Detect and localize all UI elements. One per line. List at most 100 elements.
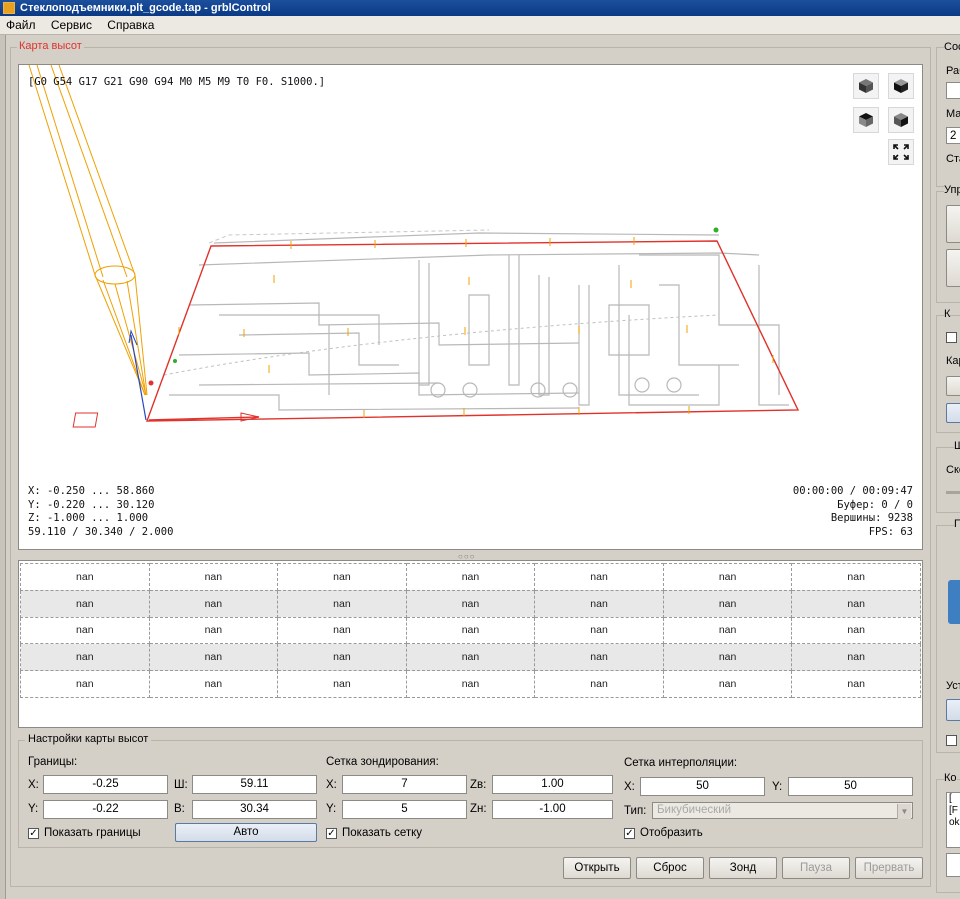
right-settings-checkbox[interactable] [946, 735, 957, 746]
bounds-h-input[interactable]: 30.34 [192, 800, 317, 819]
interp-y-input[interactable]: 50 [788, 777, 913, 796]
table-cell[interactable]: nan [534, 670, 664, 698]
cube-top-icon[interactable] [853, 107, 879, 133]
right-jog-left-button[interactable] [948, 580, 960, 624]
right-settings-button[interactable] [946, 699, 960, 721]
fit-view-icon[interactable] [888, 139, 914, 165]
table-cell[interactable]: nan [791, 670, 921, 698]
show-grid-label: Показать сетку [342, 827, 423, 839]
interp-type-label: Тип: [624, 805, 647, 817]
open-button[interactable]: Открыть [563, 857, 631, 879]
menu-file[interactable]: Файл [0, 16, 42, 35]
left-panel-edge [0, 35, 6, 899]
right-console-output[interactable]: [ [F ok [946, 792, 960, 848]
right-machine-field[interactable]: 2 [946, 127, 960, 144]
right-jog-title: П [954, 518, 960, 530]
right-up-button[interactable] [946, 249, 960, 287]
show-grid-checkbox[interactable]: ✓ [326, 828, 337, 839]
interp-type-select[interactable]: Бикубический ▼ [652, 802, 913, 819]
right-map-button-2[interactable] [946, 403, 960, 423]
probe-grid-label: Сетка зондирования: [326, 756, 439, 768]
bounds-w-input[interactable]: 59.11 [192, 775, 317, 794]
table-row: nan nan nan nan nan nan nan [20, 643, 921, 672]
right-console-line-2: [F [949, 805, 958, 816]
menu-service[interactable]: Сервис [45, 16, 98, 35]
reset-button[interactable]: Сброс [636, 857, 704, 879]
interp-x-input[interactable]: 50 [640, 777, 765, 796]
interp-y-label: Y: [772, 781, 783, 793]
table-cell[interactable]: nan [662, 563, 793, 591]
probe-zb-input[interactable]: -1.00 [492, 800, 613, 819]
bounds-y-input[interactable]: -0.22 [43, 800, 168, 819]
table-cell[interactable]: nan [20, 670, 150, 698]
table-cell[interactable]: nan [20, 589, 150, 618]
table-cell[interactable]: nan [148, 616, 279, 645]
table-cell[interactable]: nan [791, 643, 921, 672]
cube-front-icon[interactable] [888, 73, 914, 99]
heightmap-viewport[interactable]: [G0 G54 G17 G21 G90 G94 M0 M5 M9 T0 F0. … [18, 64, 923, 550]
table-cell[interactable]: nan [791, 616, 921, 645]
show-interp-label: Отобразить [640, 827, 703, 839]
table-cell[interactable]: nan [405, 563, 536, 591]
table-cell[interactable]: nan [148, 643, 279, 672]
table-cell[interactable]: nan [20, 643, 150, 672]
table-cell[interactable]: nan [277, 616, 407, 645]
table-cell[interactable]: nan [534, 563, 664, 591]
splitter-handle[interactable]: ○○○ [18, 551, 923, 561]
probe-y-input[interactable]: 5 [342, 800, 467, 819]
table-cell[interactable]: nan [277, 563, 407, 591]
right-state-title: Сос [944, 41, 960, 53]
table-cell[interactable]: nan [148, 563, 279, 591]
right-map-button[interactable] [946, 376, 960, 396]
bounds-x-input[interactable]: -0.25 [43, 775, 168, 794]
table-cell[interactable]: nan [662, 670, 793, 698]
heightmap-table[interactable]: nan nan nan nan nan nan nan nan nan nan nan nan nan n… [18, 560, 923, 728]
cube-left-icon[interactable] [888, 107, 914, 133]
chevron-down-icon: ▼ [897, 804, 911, 819]
show-interp-checkbox[interactable]: ✓ [624, 828, 635, 839]
table-cell[interactable]: nan [534, 616, 664, 645]
table-row: nan nan nan nan nan nan nan [20, 589, 921, 618]
right-home-button[interactable] [946, 205, 960, 243]
probe-button[interactable]: Зонд [709, 857, 777, 879]
right-work-field[interactable] [946, 82, 960, 99]
table-cell[interactable]: nan [148, 670, 279, 698]
gcode-state-text: [G0 G54 G17 G21 G90 G94 M0 M5 M9 T0 F0. … [28, 76, 326, 88]
table-cell[interactable]: nan [20, 616, 150, 645]
auto-bounds-button[interactable]: Авто [175, 823, 317, 842]
right-checkbox[interactable] [946, 332, 957, 343]
table-cell[interactable]: nan [277, 589, 407, 618]
pause-button[interactable]: Пауза [782, 857, 850, 879]
stats-time: 00:00:00 / 00:09:47 [792, 485, 913, 497]
table-cell[interactable]: nan [405, 670, 536, 698]
table-cell[interactable]: nan [662, 643, 793, 672]
table-cell[interactable]: nan [277, 643, 407, 672]
cube-iso-icon[interactable] [853, 73, 879, 99]
right-console-input[interactable] [946, 853, 960, 877]
probe-zt-input[interactable]: 1.00 [492, 775, 613, 794]
table-cell[interactable]: nan [791, 563, 921, 591]
table-cell[interactable]: nan [277, 670, 407, 698]
right-console-line-3: ok [949, 817, 960, 828]
table-cell[interactable]: nan [791, 589, 921, 618]
table-cell[interactable]: nan [405, 643, 536, 672]
table-cell[interactable]: nan [662, 589, 793, 618]
table-cell[interactable]: nan [20, 563, 150, 591]
stats-buffer: Буфер: 0 / 0 [837, 498, 913, 511]
table-cell[interactable]: nan [662, 616, 793, 645]
table-cell[interactable]: nan [405, 616, 536, 645]
right-spindle-title: Ш [954, 440, 960, 452]
coords-y: Y: -0.220 ... 30.120 [28, 498, 155, 511]
show-bounds-checkbox[interactable]: ✓ [28, 828, 39, 839]
probe-x-label: X: [326, 779, 337, 791]
probe-x-input[interactable]: 7 [342, 775, 467, 794]
coords-x: X: -0.250 ... 58.860 [28, 485, 155, 497]
menu-help[interactable]: Справка [101, 16, 160, 35]
table-cell[interactable]: nan [534, 589, 664, 618]
right-speed-slider[interactable] [946, 491, 960, 494]
abort-button[interactable]: Прервать [855, 857, 923, 879]
table-cell[interactable]: nan [148, 589, 279, 618]
table-cell[interactable]: nan [405, 589, 536, 618]
table-cell[interactable]: nan [534, 643, 664, 672]
right-coord-title: К [944, 308, 951, 320]
